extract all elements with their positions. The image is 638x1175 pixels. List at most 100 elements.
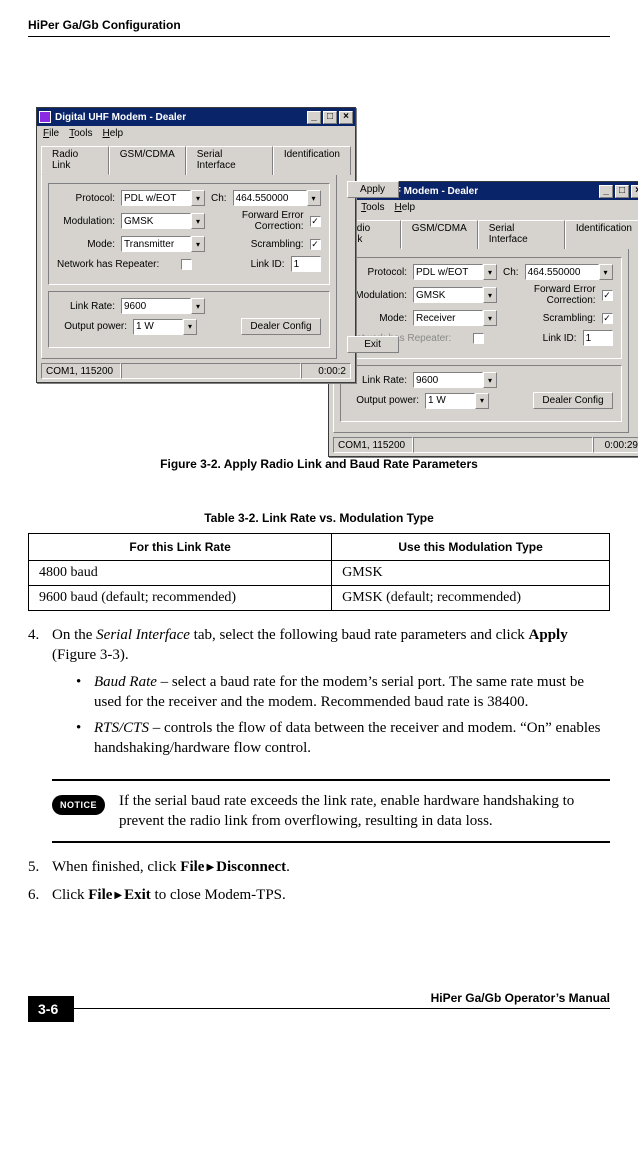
- menu-tools[interactable]: Tools: [69, 128, 92, 139]
- step-number: 6.: [28, 885, 52, 905]
- channel-select[interactable]: 464.550000▾: [525, 264, 613, 280]
- mode-select[interactable]: Transmitter▾: [121, 236, 205, 252]
- td-modulation: GMSK (default; recommended): [332, 586, 610, 611]
- lbl-linkid: Link ID:: [198, 259, 285, 270]
- mode-select[interactable]: Receiver▾: [413, 310, 497, 326]
- status-time: 0:00:2: [301, 363, 351, 379]
- td-modulation: GMSK: [332, 561, 610, 586]
- page-number: 3-6: [28, 996, 74, 1022]
- fec-checkbox[interactable]: ✓: [602, 290, 613, 301]
- menu-file[interactable]: File: [43, 128, 59, 139]
- figure-caption: Figure 3-2. Apply Radio Link and Baud Ra…: [28, 457, 610, 471]
- lbl-ch: Ch:: [211, 193, 227, 204]
- output-select[interactable]: 1 W▾: [425, 393, 489, 409]
- step-6: 6. Click File▶Exit to close Modem-TPS.: [28, 885, 610, 905]
- tab-gsm[interactable]: GSM/CDMA: [109, 146, 186, 175]
- step-number: 5.: [28, 857, 52, 877]
- app-icon: [39, 111, 51, 123]
- status-mid: [121, 363, 301, 379]
- triangle-right-icon: ▶: [204, 862, 216, 873]
- maximize-button[interactable]: □: [615, 185, 629, 198]
- notice-text: If the serial baud rate exceeds the link…: [119, 791, 610, 832]
- notice-badge: NOTICE: [52, 795, 105, 815]
- lbl-linkrate: Link Rate:: [349, 375, 407, 386]
- table-caption: Table 3-2. Link Rate vs. Modulation Type: [28, 511, 610, 525]
- apply-button[interactable]: Apply: [347, 181, 399, 198]
- link-rate-table: For this Link Rate Use this Modulation T…: [28, 533, 610, 611]
- tab-ident[interactable]: Identification: [565, 220, 638, 249]
- dealer-config-button[interactable]: Dealer Config: [241, 318, 320, 335]
- header-rule: [28, 36, 610, 37]
- lbl-ch: Ch:: [503, 267, 519, 278]
- minimize-button[interactable]: _: [307, 111, 321, 124]
- bullet-icon: •: [76, 718, 94, 759]
- linkid-input[interactable]: 1: [583, 330, 613, 346]
- figure-screenshots: Digital UHF Modem - Dealer _ □ × File To…: [28, 107, 610, 447]
- bullet-baud-rate: • Baud Rate – select a baud rate for the…: [76, 672, 610, 713]
- modulation-select[interactable]: GMSK▾: [413, 287, 497, 303]
- protocol-select[interactable]: PDL w/EOT▾: [121, 190, 205, 206]
- th-linkrate: For this Link Rate: [29, 534, 332, 561]
- dialog-transmitter: Digital UHF Modem - Dealer _ □ × File To…: [36, 107, 356, 383]
- linkrate-select[interactable]: 9600▾: [121, 298, 205, 314]
- status-port: COM1, 115200: [333, 437, 413, 453]
- repeater-checkbox: [473, 333, 484, 344]
- exit-button[interactable]: Exit: [347, 336, 399, 353]
- triangle-right-icon: ▶: [112, 890, 124, 901]
- table-row: 4800 baud GMSK: [29, 561, 610, 586]
- close-button[interactable]: ×: [631, 185, 638, 198]
- fec-checkbox[interactable]: ✓: [310, 216, 321, 227]
- step-5: 5. When finished, click File▶Disconnect.: [28, 857, 610, 877]
- status-port: COM1, 115200: [41, 363, 121, 379]
- output-select[interactable]: 1 W▾: [133, 319, 197, 335]
- chevron-down-icon[interactable]: ▾: [191, 236, 205, 252]
- chevron-down-icon[interactable]: ▾: [307, 190, 321, 206]
- chevron-down-icon[interactable]: ▾: [483, 310, 497, 326]
- tab-gsm[interactable]: GSM/CDMA: [401, 220, 478, 249]
- scrambling-checkbox[interactable]: ✓: [602, 313, 613, 324]
- lbl-fec: Forward Error Correction:: [503, 284, 596, 306]
- chevron-down-icon[interactable]: ▾: [191, 298, 205, 314]
- tab-serial[interactable]: Serial Interface: [478, 220, 565, 249]
- menu-help[interactable]: Help: [102, 128, 123, 139]
- channel-select[interactable]: 464.550000▾: [233, 190, 321, 206]
- protocol-select[interactable]: PDL w/EOT▾: [413, 264, 497, 280]
- tab-radio-link[interactable]: Radio Link: [41, 146, 109, 175]
- chevron-down-icon[interactable]: ▾: [483, 264, 497, 280]
- td-linkrate: 9600 baud (default; recommended): [29, 586, 332, 611]
- manual-title: HiPer Ga/Gb Operator’s Manual: [431, 991, 610, 1005]
- linkid-input[interactable]: 1: [291, 256, 321, 272]
- lbl-fec: Forward Error Correction:: [211, 210, 304, 232]
- lbl-protocol: Protocol:: [57, 193, 115, 204]
- tab-ident[interactable]: Identification: [273, 146, 351, 175]
- dealer-config-button[interactable]: Dealer Config: [533, 392, 612, 409]
- lbl-output: Output power:: [349, 395, 419, 406]
- close-button[interactable]: ×: [339, 111, 353, 124]
- scrambling-checkbox[interactable]: ✓: [310, 239, 321, 250]
- chevron-down-icon[interactable]: ▾: [183, 319, 197, 335]
- running-head-left: HiPer Ga/Gb Configuration: [28, 18, 181, 32]
- chevron-down-icon[interactable]: ▾: [483, 372, 497, 388]
- tab-serial[interactable]: Serial Interface: [186, 146, 273, 175]
- maximize-button[interactable]: □: [323, 111, 337, 124]
- chevron-down-icon[interactable]: ▾: [475, 393, 489, 409]
- status-mid: [413, 437, 593, 453]
- chevron-down-icon[interactable]: ▾: [483, 287, 497, 303]
- lbl-output: Output power:: [57, 321, 127, 332]
- modulation-select[interactable]: GMSK▾: [121, 213, 205, 229]
- lbl-linkrate: Link Rate:: [57, 301, 115, 312]
- titlebar[interactable]: Digital UHF Modem - Dealer _ □ ×: [37, 108, 355, 126]
- linkrate-select[interactable]: 9600▾: [413, 372, 497, 388]
- repeater-checkbox[interactable]: [181, 259, 192, 270]
- lbl-linkid: Link ID:: [490, 333, 577, 344]
- chevron-down-icon[interactable]: ▾: [191, 213, 205, 229]
- minimize-button[interactable]: _: [599, 185, 613, 198]
- bullet-rts-cts: • RTS/CTS – controls the flow of data be…: [76, 718, 610, 759]
- notice: NOTICE If the serial baud rate exceeds t…: [52, 779, 610, 844]
- th-modulation: Use this Modulation Type: [332, 534, 610, 561]
- step-number: 4.: [28, 625, 52, 765]
- window-title: Digital UHF Modem - Dealer: [55, 112, 186, 123]
- chevron-down-icon[interactable]: ▾: [599, 264, 613, 280]
- lbl-scrambling: Scrambling:: [503, 313, 596, 324]
- chevron-down-icon[interactable]: ▾: [191, 190, 205, 206]
